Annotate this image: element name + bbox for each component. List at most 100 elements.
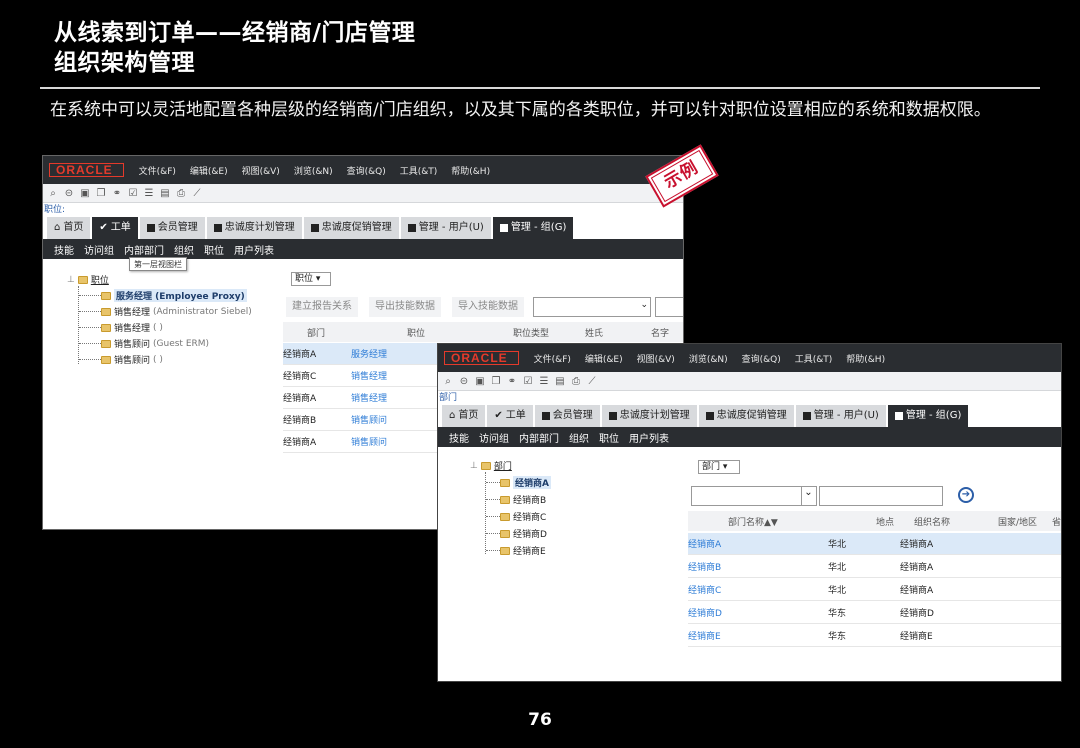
menu-file[interactable]: 文件(&F) bbox=[527, 352, 578, 365]
subtab-access-groups[interactable]: 访问组 bbox=[79, 242, 119, 257]
table-row[interactable]: 经销商A 华北 经销商A bbox=[688, 533, 1061, 555]
tab-service-request[interactable]: ✔ 工单 bbox=[487, 405, 533, 427]
tab-loyalty-promotion[interactable]: 忠诚度促销管理 bbox=[698, 405, 794, 427]
tree-node[interactable]: 销售经理( ) bbox=[101, 320, 163, 335]
table-row[interactable]: 经销商E 华东 经销商E bbox=[688, 625, 1061, 647]
menu-edit[interactable]: 编辑(&E) bbox=[578, 352, 630, 365]
save-icon[interactable]: ▣ bbox=[474, 375, 486, 387]
tree-node[interactable]: 经销商E bbox=[500, 543, 546, 558]
tab-home[interactable]: ⌂ 首页 bbox=[442, 405, 486, 427]
tab-membership[interactable]: 会员管理 bbox=[534, 405, 600, 427]
subtab-organizations[interactable]: 组织 bbox=[564, 430, 594, 445]
back-icon[interactable]: ⊝ bbox=[63, 187, 75, 199]
list-icon[interactable]: ☰ bbox=[538, 375, 550, 387]
check-list-icon[interactable]: ☑ bbox=[522, 375, 534, 387]
query-field-select[interactable]: ⌄ bbox=[533, 297, 651, 317]
tree-node[interactable]: 经销商B bbox=[500, 492, 546, 507]
tree-node[interactable]: 销售顾问 (Guest ERM) bbox=[101, 336, 209, 351]
subtab-internal-divisions[interactable]: 内部部门 bbox=[119, 242, 169, 257]
subtab-user-list[interactable]: 用户列表 bbox=[229, 242, 279, 257]
view-select[interactable]: 部门 ▾ bbox=[698, 460, 740, 474]
create-reporting-button[interactable]: 建立报告关系 bbox=[286, 297, 358, 317]
tree-node[interactable]: 经销商C bbox=[500, 509, 546, 524]
table-row[interactable]: 经销商D 华东 经销商D bbox=[688, 602, 1061, 624]
tab-admin-user[interactable]: 管理 - 用户(U) bbox=[400, 217, 491, 239]
tab-admin-group[interactable]: 管理 - 组(G) bbox=[887, 405, 969, 427]
tree-root[interactable]: ⊥ 部门 bbox=[470, 458, 512, 473]
menu-tools[interactable]: 工具(&T) bbox=[393, 164, 445, 177]
subtab-user-list[interactable]: 用户列表 bbox=[624, 430, 674, 445]
grid-header: 部门名称▲▼ 地点 组织名称 国家/地区 省 bbox=[688, 511, 1061, 531]
tab-square-icon bbox=[407, 224, 416, 232]
subtab-skills[interactable]: 技能 bbox=[444, 430, 474, 445]
subtab-positions[interactable]: 职位 bbox=[199, 242, 229, 257]
subtab-internal-divisions[interactable]: 内部部门 bbox=[514, 430, 564, 445]
copy-icon[interactable]: ❐ bbox=[95, 187, 107, 199]
back-icon[interactable]: ⊝ bbox=[458, 375, 470, 387]
search-icon[interactable]: ⌕ bbox=[47, 187, 59, 199]
check-list-icon[interactable]: ☑ bbox=[127, 187, 139, 199]
go-arrow-icon[interactable]: ➔ bbox=[958, 487, 974, 503]
sort-column-division-name[interactable]: 部门名称▲▼ bbox=[688, 515, 828, 528]
export-skills-button[interactable]: 导出技能数据 bbox=[369, 297, 441, 317]
tab-admin-group[interactable]: 管理 - 组(G) bbox=[492, 217, 574, 239]
collapse-icon[interactable]: ⊥ bbox=[67, 275, 75, 285]
tab-service-request[interactable]: ✔ 工单 bbox=[92, 217, 138, 239]
tab-membership[interactable]: 会员管理 bbox=[139, 217, 205, 239]
subtab-positions[interactable]: 职位 bbox=[594, 430, 624, 445]
menu-navigate[interactable]: 浏览(&N) bbox=[682, 352, 735, 365]
query-value-input[interactable] bbox=[655, 297, 683, 317]
menu-edit[interactable]: 编辑(&E) bbox=[183, 164, 235, 177]
print-icon[interactable]: ⎙ bbox=[175, 187, 187, 199]
menu-navigate[interactable]: 浏览(&N) bbox=[287, 164, 340, 177]
tree-node[interactable]: 经销商D bbox=[500, 526, 547, 541]
chevron-down-icon[interactable]: ⌄ bbox=[640, 300, 648, 310]
tree-node[interactable]: 销售顾问( ) bbox=[101, 352, 163, 367]
tab-loyalty-promotion[interactable]: 忠诚度促销管理 bbox=[303, 217, 399, 239]
query-value-input[interactable] bbox=[819, 486, 943, 506]
breadcrumb[interactable]: 部门 bbox=[438, 391, 1061, 405]
tree-root[interactable]: ⊥ 职位 bbox=[67, 272, 109, 287]
import-skills-button[interactable]: 导入技能数据 bbox=[452, 297, 524, 317]
tab-home[interactable]: ⌂ 首页 bbox=[47, 217, 91, 239]
subtab-organizations[interactable]: 组织 bbox=[169, 242, 199, 257]
search-icon[interactable]: ⌕ bbox=[442, 375, 454, 387]
collapse-icon[interactable]: ⊥ bbox=[470, 461, 478, 471]
subtab-access-groups[interactable]: 访问组 bbox=[474, 430, 514, 445]
menu-tools[interactable]: 工具(&T) bbox=[788, 352, 840, 365]
list-icon[interactable]: ☰ bbox=[143, 187, 155, 199]
save-icon[interactable]: ▣ bbox=[79, 187, 91, 199]
tab-admin-user[interactable]: 管理 - 用户(U) bbox=[795, 405, 886, 427]
menu-view[interactable]: 视图(&V) bbox=[235, 164, 287, 177]
menu-file[interactable]: 文件(&F) bbox=[132, 164, 183, 177]
folder-icon bbox=[101, 323, 111, 332]
link-icon[interactable]: ⚭ bbox=[111, 187, 123, 199]
chart-icon[interactable]: ⟋ bbox=[586, 375, 598, 387]
folder-icon bbox=[101, 339, 111, 348]
tree-node[interactable]: 经销商A bbox=[500, 475, 551, 490]
table-row[interactable]: 经销商B 华北 经销商A bbox=[688, 556, 1061, 578]
tab-loyalty-program[interactable]: 忠诚度计划管理 bbox=[601, 405, 697, 427]
link-icon[interactable]: ⚭ bbox=[506, 375, 518, 387]
clipboard-icon[interactable]: ▤ bbox=[159, 187, 171, 199]
menu-query[interactable]: 查询(&Q) bbox=[340, 164, 393, 177]
subtab-skills[interactable]: 技能 bbox=[49, 242, 79, 257]
print-icon[interactable]: ⎙ bbox=[570, 375, 582, 387]
tab-loyalty-program[interactable]: 忠诚度计划管理 bbox=[206, 217, 302, 239]
menu-help[interactable]: 帮助(&H) bbox=[444, 164, 497, 177]
view-select[interactable]: 职位 ▾ bbox=[291, 272, 331, 286]
table-row[interactable]: 经销商C 华北 经销商A bbox=[688, 579, 1061, 601]
tree-node[interactable]: 销售经理 (Administrator Siebel) bbox=[101, 304, 252, 319]
menu-query[interactable]: 查询(&Q) bbox=[735, 352, 788, 365]
copy-icon[interactable]: ❐ bbox=[490, 375, 502, 387]
folder-icon bbox=[500, 495, 510, 504]
menu-help[interactable]: 帮助(&H) bbox=[839, 352, 892, 365]
breadcrumb[interactable]: 职位: bbox=[43, 203, 683, 217]
clipboard-icon[interactable]: ▤ bbox=[554, 375, 566, 387]
query-field-select[interactable]: ⌄ bbox=[691, 486, 817, 506]
tree-node[interactable]: 服务经理 (Employee Proxy) bbox=[101, 288, 247, 303]
chart-icon[interactable]: ⟋ bbox=[191, 187, 203, 199]
menu-view[interactable]: 视图(&V) bbox=[630, 352, 682, 365]
sort-icon[interactable]: ▲▼ bbox=[764, 518, 778, 528]
chevron-down-icon[interactable]: ⌄ bbox=[801, 487, 815, 505]
